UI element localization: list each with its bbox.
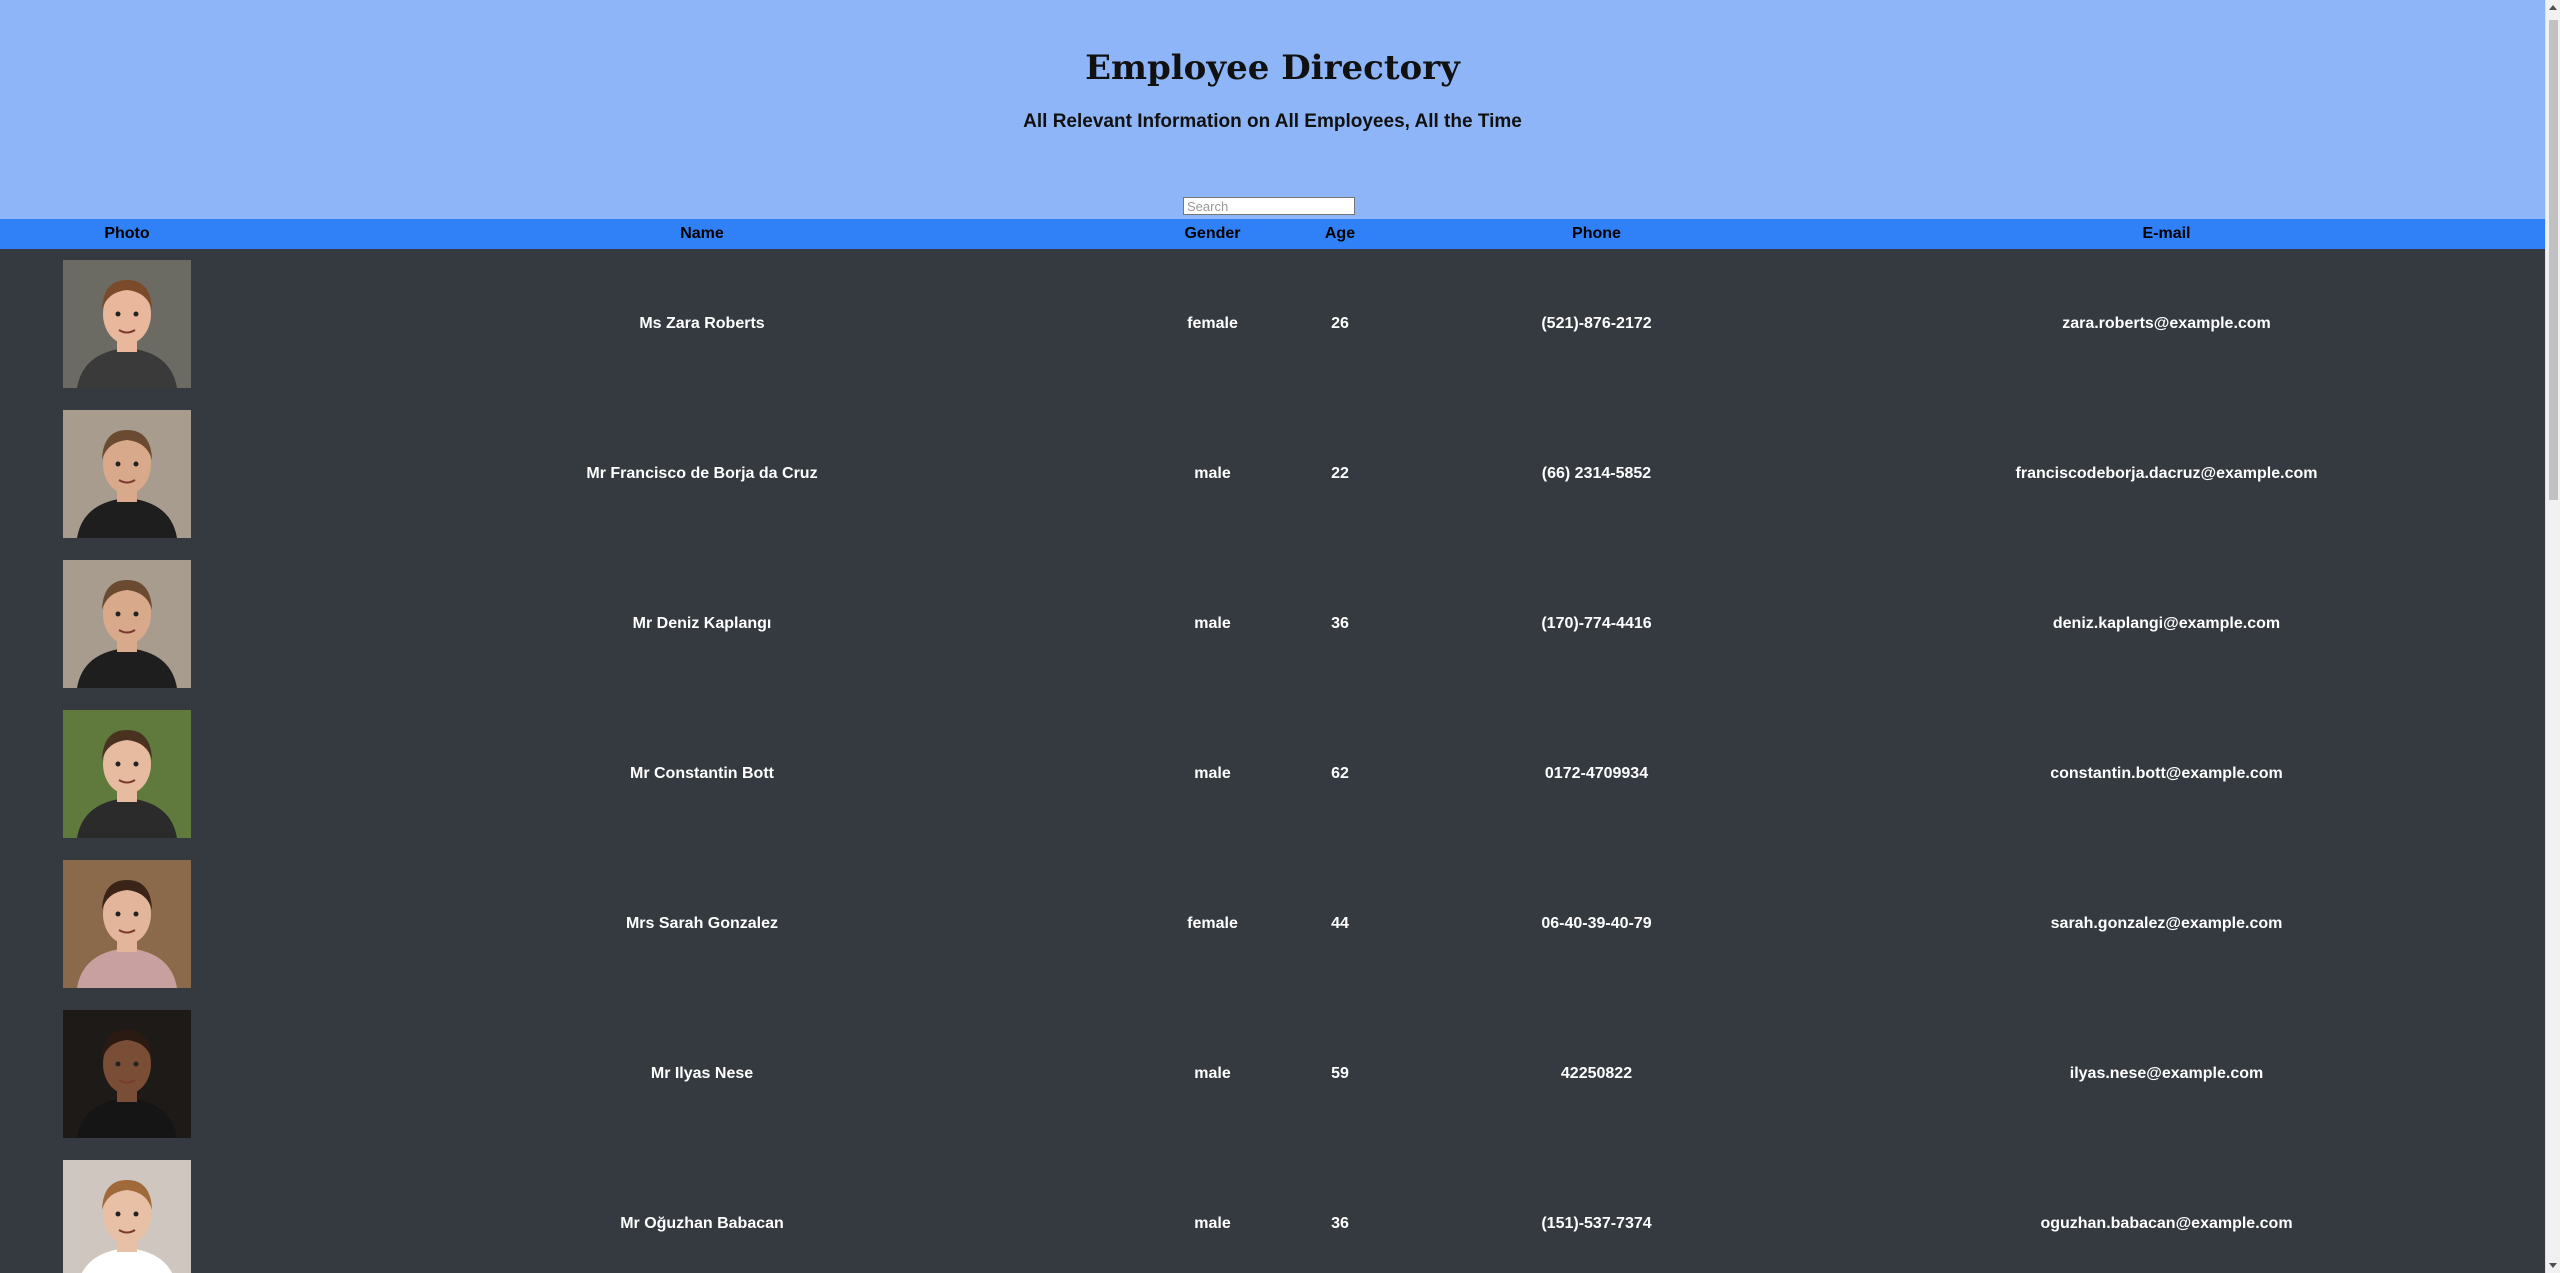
column-header-name[interactable]: Name [254, 219, 1150, 249]
age-cell: 36 [1331, 1215, 1349, 1232]
phone-cell: 0172-4709934 [1544, 765, 1649, 782]
scrollbar-thumb[interactable] [2549, 20, 2558, 500]
table-row: Mrs Sarah Gonzalez female 44 06-40-39-40-79… [0, 849, 2545, 999]
age-cell: 22 [1331, 465, 1349, 482]
table-row: Mr Ilyas Nese male 59 42250822 ilyas.nese@ex… [0, 999, 2545, 1149]
column-header-phone[interactable]: Phone [1405, 219, 1788, 249]
name-cell: Ms Zara Roberts [639, 315, 765, 332]
phone-cell: 06-40-39-40-79 [1541, 915, 1652, 932]
man-portrait-photo [63, 710, 191, 838]
scroll-up-arrow-icon[interactable] [2549, 5, 2557, 10]
gender-cell: male [1194, 615, 1231, 632]
column-header-photo[interactable]: Photo [0, 219, 254, 249]
gender-cell: male [1194, 465, 1231, 482]
table-row: Ms Zara Roberts female 26 (521)-876-2172 zar… [0, 249, 2545, 399]
page-subtitle: All Relevant Information on All Employee… [1023, 111, 1522, 132]
employee-directory-page: Employee Directory All Relevant Informat… [0, 0, 2560, 1273]
table-body: Ms Zara Roberts female 26 (521)-876-2172 zar… [0, 249, 2545, 1273]
email-cell: franciscodeborja.dacruz@example.com [2015, 465, 2318, 482]
man-portrait-photo [63, 1010, 191, 1138]
table-row: Mr Francisco de Borja da Cruz male 22 (66) … [0, 399, 2545, 549]
name-cell: Mr Deniz Kaplangı [632, 615, 772, 632]
man-portrait-photo [63, 410, 191, 538]
scroll-down-arrow-icon[interactable] [2549, 1263, 2557, 1268]
name-cell: Mr Oğuzhan Babacan [620, 1215, 784, 1232]
email-cell: zara.roberts@example.com [2062, 315, 2271, 332]
name-cell: Mr Ilyas Nese [650, 1065, 754, 1082]
phone-cell: (66) 2314-5852 [1541, 465, 1652, 482]
email-cell: oguzhan.babacan@example.com [2040, 1215, 2293, 1232]
photo-cell [0, 999, 254, 1149]
name-cell: Mr Constantin Bott [630, 765, 774, 782]
column-header-age[interactable]: Age [1275, 219, 1405, 249]
email-cell: constantin.bott@example.com [2050, 765, 2283, 782]
email-cell: sarah.gonzalez@example.com [2050, 915, 2283, 932]
gender-cell: female [1187, 315, 1238, 332]
table-row: Mr Constantin Bott male 62 0172-4709934 cons… [0, 699, 2545, 849]
photo-cell [0, 549, 254, 699]
vertical-scrollbar[interactable] [2545, 0, 2560, 1273]
photo-cell [0, 399, 254, 549]
phone-cell: 42250822 [1560, 1065, 1633, 1082]
page-title: Employee Directory [1085, 48, 1460, 88]
name-cell: Mrs Sarah Gonzalez [625, 915, 779, 932]
photo-cell [0, 1149, 254, 1273]
gender-cell: male [1194, 1065, 1231, 1082]
photo-cell [0, 249, 254, 399]
name-cell: Mr Francisco de Borja da Cruz [586, 465, 818, 482]
page-header: Employee Directory All Relevant Informat… [0, 0, 2545, 219]
photo-cell [0, 699, 254, 849]
man-portrait-photo [63, 1160, 191, 1273]
email-cell: deniz.kaplangi@example.com [2052, 615, 2281, 632]
phone-cell: (151)-537-7374 [1541, 1215, 1652, 1232]
age-cell: 62 [1331, 765, 1349, 782]
column-header-email[interactable]: E-mail [1788, 219, 2545, 249]
employee-table: Photo Name Gender Age Phone E-mail Ms Za… [0, 219, 2545, 1273]
phone-cell: (170)-774-4416 [1541, 615, 1652, 632]
woman-portrait-photo [63, 860, 191, 988]
search-input[interactable] [1183, 197, 1355, 215]
gender-cell: male [1194, 765, 1231, 782]
table-row: Mr Deniz Kaplangı male 36 (170)-774-4416 den… [0, 549, 2545, 699]
age-cell: 59 [1331, 1065, 1349, 1082]
table-header-row: Photo Name Gender Age Phone E-mail [0, 219, 2545, 249]
gender-cell: male [1194, 1215, 1231, 1232]
table-row: Mr Oğuzhan Babacan male 36 (151)-537-7374 og… [0, 1149, 2545, 1273]
gender-cell: female [1187, 915, 1238, 932]
photo-cell [0, 849, 254, 999]
email-cell: ilyas.nese@example.com [2069, 1065, 2264, 1082]
phone-cell: (521)-876-2172 [1541, 315, 1652, 332]
age-cell: 44 [1331, 915, 1349, 932]
column-header-gender[interactable]: Gender [1150, 219, 1275, 249]
man-portrait-photo [63, 560, 191, 688]
age-cell: 26 [1331, 315, 1349, 332]
age-cell: 36 [1331, 615, 1349, 632]
woman-portrait-photo [63, 260, 191, 388]
